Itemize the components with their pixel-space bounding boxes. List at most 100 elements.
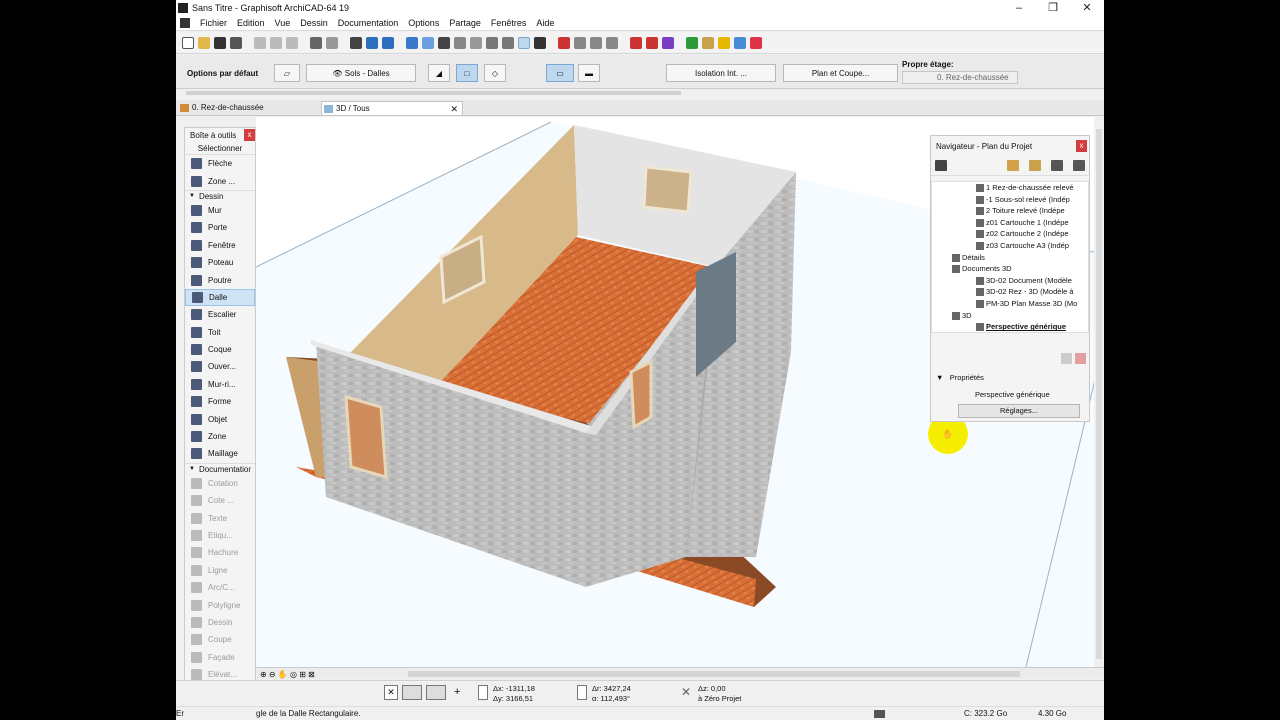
tool-coupe[interactable]: Coupe bbox=[185, 631, 255, 648]
infobox-scrollbar[interactable] bbox=[186, 91, 681, 95]
navigator-menu-icon[interactable] bbox=[935, 160, 947, 171]
dimension-icon[interactable] bbox=[574, 36, 586, 49]
tool-coque[interactable]: Coque bbox=[185, 341, 255, 358]
copy-icon[interactable] bbox=[270, 36, 282, 49]
navigator-close-button[interactable]: x bbox=[1076, 140, 1087, 152]
favorites-icon[interactable] bbox=[718, 36, 730, 49]
minimize-button[interactable]: – bbox=[1002, 0, 1036, 16]
thickness-icon[interactable]: ▬ bbox=[578, 64, 600, 82]
tool-forme[interactable]: Forme bbox=[185, 393, 255, 410]
tool-facade[interactable]: Façade bbox=[185, 649, 255, 666]
cross-icon[interactable]: ✕ bbox=[384, 685, 398, 700]
tool-porte[interactable]: Porte bbox=[185, 219, 255, 236]
tool-etiqu[interactable]: Etiqu... bbox=[185, 527, 255, 544]
maximize-button[interactable]: ❐ bbox=[1036, 0, 1070, 16]
rotated-rect-icon[interactable]: ◇ bbox=[484, 64, 506, 82]
properties-icon[interactable] bbox=[734, 36, 746, 49]
tree-item[interactable]: 3D bbox=[932, 310, 1088, 322]
guide-lines-icon[interactable] bbox=[422, 36, 434, 49]
storey-select[interactable]: 0. Rez-de-chaussée bbox=[902, 71, 1018, 84]
tab-floor-plan[interactable]: 0. Rez-de-chaussée bbox=[178, 101, 318, 115]
tool-polyligne[interactable]: Polyligne bbox=[185, 596, 255, 613]
menu-partage[interactable]: Partage bbox=[444, 18, 486, 28]
tool-mur-ri[interactable]: Mur-ri... bbox=[185, 376, 255, 393]
tool-fleche[interactable]: Flèche bbox=[185, 155, 255, 172]
trim-icon[interactable] bbox=[470, 36, 482, 49]
eyedropper-icon[interactable] bbox=[366, 36, 378, 49]
composite-select[interactable]: Isolation Int. ... bbox=[666, 64, 776, 82]
tool-cotation[interactable]: Cotation bbox=[185, 475, 255, 492]
tool-maillage[interactable]: Maillage bbox=[185, 445, 255, 462]
layout-book-icon[interactable] bbox=[1051, 160, 1063, 171]
tool-poutre[interactable]: Poutre bbox=[185, 271, 255, 288]
layer-toggle-icon[interactable] bbox=[518, 36, 530, 49]
tree-item[interactable]: z01 Cartouche 1 (Indépe bbox=[932, 217, 1088, 229]
find-icon[interactable] bbox=[350, 36, 362, 49]
tree-item[interactable]: -1 Sous-sol relevé (Indép bbox=[932, 194, 1088, 206]
coord-dz[interactable]: Δz: 0,00 bbox=[698, 684, 726, 694]
relative-icon[interactable] bbox=[478, 685, 488, 700]
gravity-icon[interactable] bbox=[438, 36, 450, 49]
tool-zone[interactable]: Zone ... bbox=[185, 172, 255, 189]
label-icon[interactable] bbox=[606, 36, 618, 49]
tree-item[interactable]: 1 Rez-de-chaussée relevé bbox=[932, 182, 1088, 194]
close-tab-icon[interactable]: ✕ bbox=[450, 102, 458, 116]
view-map-icon[interactable] bbox=[1029, 160, 1041, 171]
paste-icon[interactable] bbox=[286, 36, 298, 49]
menu-fichier[interactable]: Fichier bbox=[195, 18, 232, 28]
grid-icon[interactable] bbox=[426, 685, 446, 700]
tool-dessin[interactable]: Dessin bbox=[185, 614, 255, 631]
coord-dr[interactable]: Δr: 3427,24 bbox=[592, 684, 631, 694]
floor-layer-select[interactable]: 👁 Sols - Dalles bbox=[306, 64, 416, 82]
project-map-icon[interactable] bbox=[1007, 160, 1019, 171]
tree-item[interactable]: Détails bbox=[932, 252, 1088, 264]
publish-icon[interactable] bbox=[702, 36, 714, 49]
undo-icon[interactable] bbox=[310, 36, 322, 49]
suspend-groups-icon[interactable] bbox=[454, 36, 466, 49]
design-section-header[interactable]: Dessin bbox=[185, 189, 255, 202]
coord-dx[interactable]: Δx: -1311,18 bbox=[493, 684, 535, 694]
tool-fenetre[interactable]: Fenêtre bbox=[185, 237, 255, 254]
project-tree[interactable]: 1 Rez-de-chaussée relevé -1 Sous-sol rele… bbox=[931, 181, 1089, 333]
tree-item[interactable]: z03 Cartouche A3 (Indép bbox=[932, 240, 1088, 252]
tool-mur[interactable]: Mur bbox=[185, 202, 255, 219]
open-icon[interactable] bbox=[198, 36, 210, 49]
new-icon[interactable] bbox=[182, 36, 194, 49]
adjust-icon[interactable] bbox=[502, 36, 514, 49]
coord-reference[interactable]: à Zéro Projet bbox=[698, 694, 741, 704]
tool-poteau[interactable]: Poteau bbox=[185, 254, 255, 271]
tree-item[interactable]: PM-3D Plan Masse 3D (Mo bbox=[932, 298, 1088, 310]
tool-dalle[interactable]: Dalle bbox=[185, 288, 255, 307]
menu-fenetres[interactable]: Fenêtres bbox=[486, 18, 532, 28]
syringe-icon[interactable] bbox=[382, 36, 394, 49]
tool-toit[interactable]: Toit bbox=[185, 324, 255, 341]
info-icon[interactable] bbox=[750, 36, 762, 49]
publisher-sets-icon[interactable] bbox=[1073, 160, 1085, 171]
edge-tool-icon[interactable]: ◢ bbox=[428, 64, 450, 82]
elevation-icon[interactable] bbox=[590, 36, 602, 49]
grid-snap-icon[interactable] bbox=[406, 36, 418, 49]
polar-icon[interactable] bbox=[577, 685, 587, 700]
render-icon[interactable] bbox=[646, 36, 658, 49]
slab-geometry-icon[interactable]: ▱ bbox=[274, 64, 300, 82]
cross-icon[interactable] bbox=[534, 36, 546, 49]
tree-item[interactable]: 2 Toiture relevé (Indépe bbox=[932, 205, 1088, 217]
intersect-icon[interactable] bbox=[486, 36, 498, 49]
printer-icon[interactable] bbox=[874, 710, 885, 718]
close-button[interactable]: ✕ bbox=[1070, 0, 1104, 16]
menu-dessin[interactable]: Dessin bbox=[295, 18, 333, 28]
menu-aide[interactable]: Aide bbox=[531, 18, 559, 28]
tab-3d[interactable]: 3D / Tous ✕ bbox=[321, 101, 463, 115]
tool-cote[interactable]: Cote ... bbox=[185, 492, 255, 509]
tool-ligne[interactable]: Ligne bbox=[185, 562, 255, 579]
redo-icon[interactable] bbox=[326, 36, 338, 49]
cut-icon[interactable] bbox=[254, 36, 266, 49]
toolbox-close-button[interactable]: x bbox=[244, 129, 255, 141]
properties-header[interactable]: ▼ Propriétés bbox=[936, 373, 984, 382]
tool-objet[interactable]: Objet bbox=[185, 410, 255, 427]
zoom-tools-icon[interactable]: ⊕ ⊖ ✋ ◎ ⊞ ⊠ bbox=[260, 670, 315, 679]
tree-item[interactable]: 3D-02 Rez - 3D (Modèle à bbox=[932, 286, 1088, 298]
viewport-horizontal-scrollbar[interactable] bbox=[408, 671, 1020, 677]
teamwork-icon[interactable] bbox=[686, 36, 698, 49]
tool-texte[interactable]: Texte bbox=[185, 509, 255, 526]
